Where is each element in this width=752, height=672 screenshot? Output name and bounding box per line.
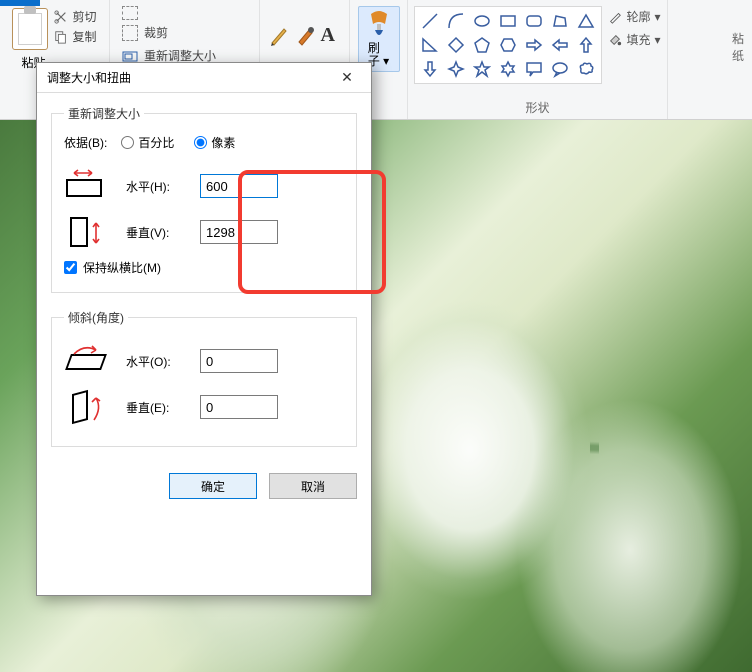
cancel-button[interactable]: 取消 <box>269 473 357 499</box>
cut-label: 剪切 <box>72 8 96 25</box>
skew-vertical-label: 垂直(E): <box>126 399 200 416</box>
shape-star4[interactable] <box>444 58 468 80</box>
radio-pixels-input[interactable] <box>194 136 207 149</box>
shape-hexagon[interactable] <box>496 34 520 56</box>
shape-diamond[interactable] <box>444 34 468 56</box>
eyedropper-icon[interactable] <box>295 24 315 46</box>
skew-fieldset: 倾斜(角度) 水平(O): 垂直(E): <box>51 309 357 447</box>
dialog-titlebar[interactable]: 调整大小和扭曲 ✕ <box>37 63 371 93</box>
dialog-title: 调整大小和扭曲 <box>47 69 131 86</box>
vertical-input[interactable] <box>200 220 278 244</box>
radio-pixels-label: 像素 <box>211 134 235 151</box>
outline-icon <box>608 10 622 24</box>
resize-legend: 重新调整大小 <box>64 105 144 122</box>
cut-button[interactable]: 剪切 <box>54 8 96 25</box>
clipboard-icon <box>12 8 48 50</box>
outline-label: 轮廓 <box>626 8 650 25</box>
close-button[interactable]: ✕ <box>327 65 367 91</box>
copy-button[interactable]: 复制 <box>54 28 96 45</box>
shapes-group-label: 形状 <box>525 99 549 119</box>
basis-label: 依据(B): <box>64 134 107 151</box>
skew-vertical-input[interactable] <box>200 395 278 419</box>
ribbon-far-right: 粘 纸 <box>732 0 752 64</box>
crop-label: 裁剪 <box>144 24 168 41</box>
vertical-label: 垂直(V): <box>126 224 200 241</box>
keep-aspect-row[interactable]: 保持纵横比(M) <box>64 259 344 276</box>
shape-polygon[interactable] <box>548 10 572 32</box>
crop-button[interactable]: 裁剪 <box>122 24 168 41</box>
copy-icon <box>54 30 68 44</box>
shape-star6[interactable] <box>496 58 520 80</box>
horizontal-input[interactable] <box>200 174 278 198</box>
fill-icon <box>608 33 622 47</box>
close-icon: ✕ <box>341 69 353 86</box>
skew-horizontal-input[interactable] <box>200 349 278 373</box>
radio-pixels[interactable]: 像素 <box>194 134 235 151</box>
shape-triangle[interactable] <box>574 10 598 32</box>
keep-aspect-label: 保持纵横比(M) <box>83 259 161 276</box>
shape-oval[interactable] <box>470 10 494 32</box>
shape-arrow-left[interactable] <box>548 34 572 56</box>
shape-curve[interactable] <box>444 10 468 32</box>
resize-horizontal-icon <box>64 171 108 201</box>
radio-percent-input[interactable] <box>121 136 134 149</box>
shape-arrow-up[interactable] <box>574 34 598 56</box>
brush-icon <box>365 10 393 40</box>
shape-pentagon[interactable] <box>470 34 494 56</box>
shape-fill-button[interactable]: 填充 ▾ <box>608 31 660 48</box>
shape-rect[interactable] <box>496 10 520 32</box>
keep-aspect-checkbox[interactable] <box>64 261 77 274</box>
shape-line[interactable] <box>418 10 442 32</box>
shape-callout-cloud[interactable] <box>574 58 598 80</box>
shape-right-triangle[interactable] <box>418 34 442 56</box>
radio-percent[interactable]: 百分比 <box>121 134 174 151</box>
shape-arrow-down[interactable] <box>418 58 442 80</box>
ok-button[interactable]: 确定 <box>169 473 257 499</box>
shape-callout-round[interactable] <box>548 58 572 80</box>
shapes-gallery[interactable] <box>414 6 602 84</box>
pencil-icon[interactable] <box>269 24 289 46</box>
radio-percent-label: 百分比 <box>138 134 174 151</box>
resize-skew-dialog: 调整大小和扭曲 ✕ 重新调整大小 依据(B): 百分比 像素 <box>36 62 372 596</box>
copy-label: 复制 <box>72 28 96 45</box>
selection-icon <box>122 6 138 20</box>
horizontal-label: 水平(H): <box>126 178 200 195</box>
skew-legend: 倾斜(角度) <box>64 309 128 326</box>
shape-star5[interactable] <box>470 58 494 80</box>
shape-arrow-right[interactable] <box>522 34 546 56</box>
skew-vertical-icon <box>64 392 108 422</box>
text-icon[interactable]: A <box>321 24 341 46</box>
shape-callout-rect[interactable] <box>522 58 546 80</box>
scissors-icon <box>54 10 68 24</box>
shape-roundrect[interactable] <box>522 10 546 32</box>
ribbon-group-shapes: 轮廓 ▾ 填充 ▾ 形状 <box>408 0 668 119</box>
select-button[interactable] <box>122 6 138 20</box>
crop-icon <box>122 25 138 41</box>
resize-fieldset: 重新调整大小 依据(B): 百分比 像素 水平(H): <box>51 105 357 293</box>
shape-outline-button[interactable]: 轮廓 ▾ <box>608 8 660 25</box>
fill-label: 填充 <box>626 31 650 48</box>
resize-vertical-icon <box>64 217 108 247</box>
skew-horizontal-icon <box>64 346 108 376</box>
skew-horizontal-label: 水平(O): <box>126 353 200 370</box>
